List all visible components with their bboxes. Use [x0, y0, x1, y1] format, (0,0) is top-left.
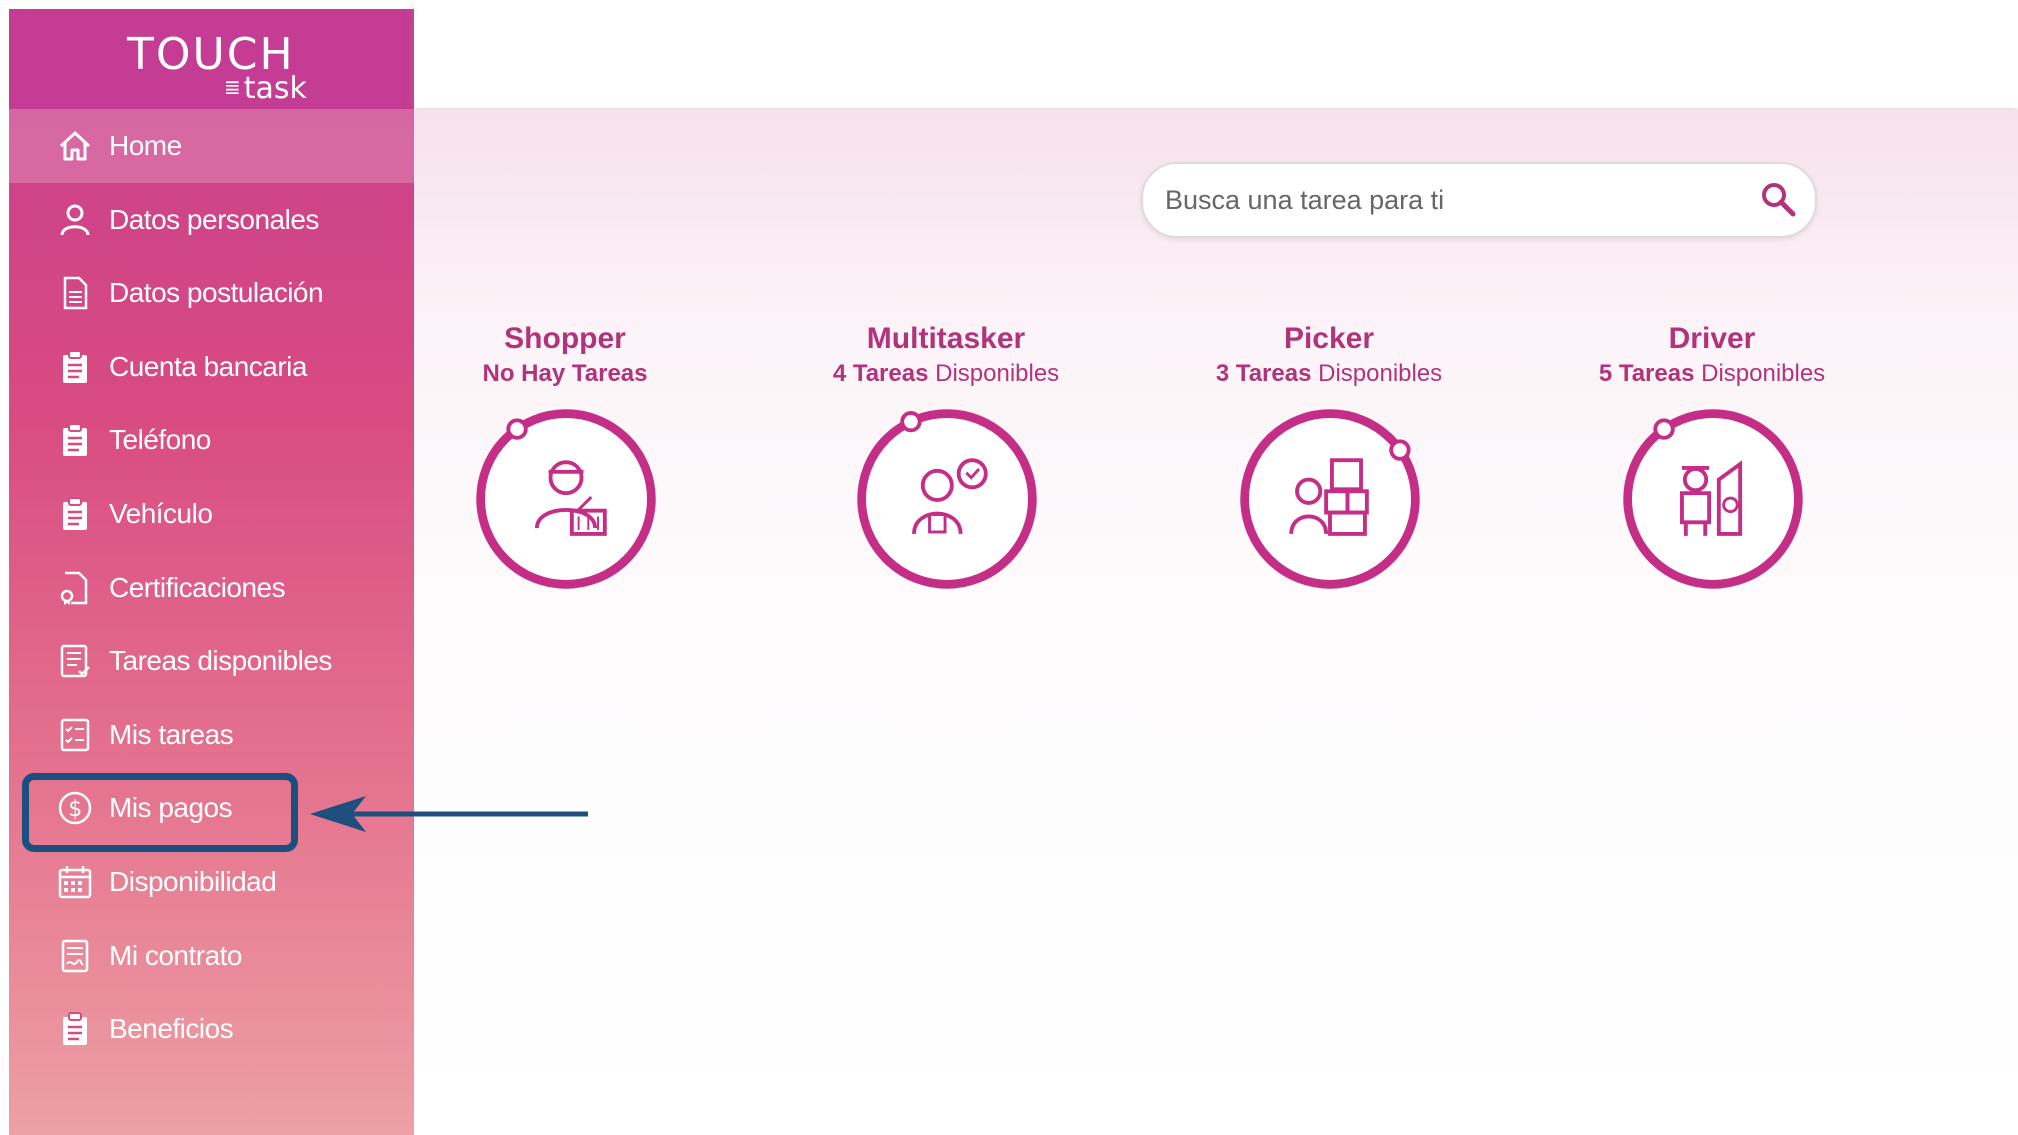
user-icon: [55, 200, 95, 240]
category-card-shopper[interactable]: Shopper No Hay Tareas: [415, 322, 715, 589]
picker-icon[interactable]: [1233, 394, 1427, 604]
sidebar-item-disponibilidad[interactable]: Disponibilidad: [9, 845, 414, 919]
main-content: [414, 110, 2018, 1135]
multitasker-icon[interactable]: [850, 394, 1044, 604]
sidebar-item-vehiculo[interactable]: Vehículo: [9, 477, 414, 551]
task-list-icon: [55, 641, 95, 681]
sidebar-item-label: Home: [109, 130, 182, 161]
app-logo[interactable]: TOUCH ≣ task: [9, 9, 414, 109]
task-count: No Hay Tareas: [482, 360, 648, 387]
sidebar-item-home[interactable]: Home: [9, 109, 414, 183]
sidebar-item-cuenta-bancaria[interactable]: Cuenta bancaria: [9, 330, 414, 404]
task-count-suffix: Disponibles: [1694, 360, 1826, 387]
category-title: Picker: [1283, 322, 1375, 355]
certificate-icon: [55, 568, 95, 608]
task-count-suffix: Disponibles: [1311, 360, 1443, 387]
sidebar-item-label: Tareas disponibles: [109, 645, 332, 677]
category-title: Driver: [1668, 322, 1756, 355]
task-search-bar[interactable]: [1141, 162, 1817, 238]
clipboard-icon: [55, 420, 95, 460]
checklist-icon: [55, 715, 95, 755]
task-count: 3 Tareas: [1215, 360, 1312, 387]
clipboard-icon: [55, 494, 95, 534]
sidebar-item-beneficios[interactable]: Beneficios: [9, 992, 414, 1066]
search-input[interactable]: [1163, 176, 1727, 224]
category-title: Shopper: [504, 322, 626, 355]
sidebar-item-label: Mis tareas: [109, 718, 234, 750]
task-count: 5 Tareas: [1598, 360, 1695, 387]
sidebar-item-certificaciones[interactable]: Certificaciones: [9, 551, 414, 625]
annotation-highlight-box: [22, 773, 298, 852]
sidebar-item-label: Mi contrato: [109, 939, 243, 971]
category-card-picker[interactable]: Picker 3 Tareas Disponibles: [1179, 322, 1479, 589]
category-availability: 3 Tareas Disponibles: [1179, 360, 1479, 388]
category-availability: No Hay Tareas: [415, 360, 715, 388]
sidebar-item-label: Disponibilidad: [109, 866, 277, 897]
document-icon: [55, 273, 95, 313]
category-availability: 5 Tareas Disponibles: [1562, 360, 1862, 388]
sidebar-item-tareas-disponibles[interactable]: Tareas disponibles: [9, 624, 414, 698]
sidebar-item-label: Certificaciones: [109, 571, 286, 603]
contract-icon: [55, 936, 95, 976]
sidebar-item-label: Vehículo: [109, 498, 213, 529]
category-title: Multitasker: [866, 322, 1026, 355]
task-count-suffix: Disponibles: [928, 360, 1060, 387]
sidebar-item-mis-tareas[interactable]: Mis tareas: [9, 698, 414, 772]
category-card-multitasker[interactable]: Multitasker 4 Tareas Disponibles: [796, 322, 1096, 589]
calendar-icon: [55, 862, 95, 902]
sidebar-item-label: Teléfono: [109, 424, 211, 456]
category-card-driver[interactable]: Driver 5 Tareas Disponibles: [1562, 322, 1862, 589]
top-header: [414, 0, 2018, 108]
search-icon[interactable]: [1759, 180, 1797, 218]
sidebar-item-telefono[interactable]: Teléfono: [9, 403, 414, 477]
annotation-arrow: [310, 796, 588, 832]
shopper-icon[interactable]: [469, 394, 663, 604]
sidebar-item-label: Datos postulación: [109, 277, 324, 309]
category-availability: 4 Tareas Disponibles: [796, 360, 1096, 388]
sidebar-item-label: Cuenta bancaria: [109, 350, 307, 382]
home-icon: [55, 126, 95, 166]
task-count: 4 Tareas: [832, 360, 929, 387]
driver-icon[interactable]: [1616, 394, 1810, 604]
sidebar-item-datos-personales[interactable]: Datos personales: [9, 183, 414, 257]
logo-task: ≣ task: [224, 71, 307, 106]
clipboard-icon: [55, 347, 95, 387]
sidebar-item-datos-postulacion[interactable]: Datos postulación: [9, 256, 414, 330]
clipboard-icon: [55, 1009, 95, 1049]
sidebar: TOUCH ≣ task Home Datos personales Datos po…: [9, 9, 414, 1135]
sidebar-item-mi-contrato[interactable]: Mi contrato: [9, 919, 414, 993]
sidebar-item-label: Datos personales: [109, 203, 319, 235]
sidebar-item-label: Beneficios: [109, 1013, 234, 1045]
